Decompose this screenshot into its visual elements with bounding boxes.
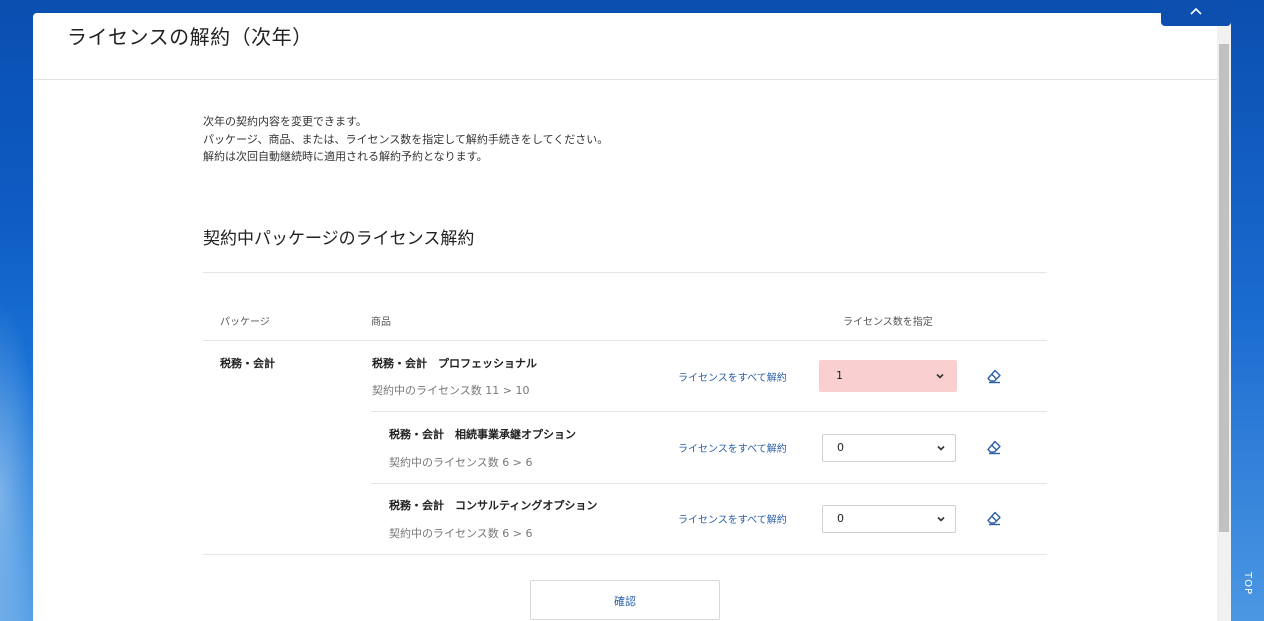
eraser-icon[interactable] xyxy=(986,439,1002,455)
header-package: パッケージ xyxy=(220,317,270,328)
product-name: 税務・会計 プロフェッショナル xyxy=(372,357,537,370)
cancel-all-licenses-link[interactable]: ライセンスをすべて解約 xyxy=(678,369,787,384)
intro-line: パッケージ、商品、または、ライセンス数を指定して解約手続きをしてください。 xyxy=(203,132,609,146)
confirm-button-label: 確認 xyxy=(614,595,636,608)
product-name: 税務・会計 コンサルティングオプション xyxy=(389,499,598,512)
select-value: 0 xyxy=(837,441,844,454)
eraser-icon[interactable] xyxy=(986,510,1002,526)
eraser-icon[interactable] xyxy=(986,368,1002,384)
license-count-select[interactable]: 0 xyxy=(822,434,956,462)
side-top-button[interactable]: TOP xyxy=(1231,548,1264,621)
page-title: ライセンスの解約（次年） xyxy=(67,25,313,49)
cancel-all-licenses-link[interactable]: ライセンスをすべて解約 xyxy=(678,511,787,526)
vertical-scrollbar[interactable] xyxy=(1217,26,1231,621)
right-background-strip xyxy=(1231,0,1264,621)
chevron-down-icon xyxy=(936,373,944,379)
panel-header: ライセンスの解約（次年） xyxy=(33,13,1231,80)
license-count-select[interactable]: 0 xyxy=(822,505,956,533)
license-count-text: 契約中のライセンス数 11 > 10 xyxy=(372,384,530,397)
chevron-up-icon xyxy=(1190,7,1202,15)
intro-line: 解約は次回自動継続時に適用される解約予約となります。 xyxy=(203,150,488,163)
intro-line: 次年の契約内容を変更できます。 xyxy=(203,115,367,128)
main-panel: ライセンスの解約（次年） 次年の契約内容を変更できます。 パッケージ、商品、また… xyxy=(33,13,1231,621)
confirm-button[interactable]: 確認 xyxy=(530,580,720,620)
intro-text: 次年の契約内容を変更できます。 パッケージ、商品、または、ライセンス数を指定して… xyxy=(203,113,608,166)
row-divider xyxy=(371,411,1047,412)
cancel-all-licenses-link[interactable]: ライセンスをすべて解約 xyxy=(678,440,787,455)
license-count-text: 契約中のライセンス数 6 > 6 xyxy=(389,527,533,540)
product-name: 税務・会計 相続事業承継オプション xyxy=(389,428,576,441)
package-name: 税務・会計 xyxy=(220,357,275,370)
table-bottom-divider xyxy=(203,554,1047,555)
section-title: 契約中パッケージのライセンス解約 xyxy=(203,229,475,249)
select-value: 0 xyxy=(837,512,844,525)
scrollbar-thumb[interactable] xyxy=(1219,44,1229,532)
chevron-down-icon xyxy=(937,445,945,451)
header-product: 商品 xyxy=(371,317,391,328)
header-license-count: ライセンス数を指定 xyxy=(843,317,933,328)
license-count-text: 契約中のライセンス数 6 > 6 xyxy=(389,456,533,469)
select-value: 1 xyxy=(836,369,843,382)
chevron-down-icon xyxy=(937,516,945,522)
table-header-divider xyxy=(203,340,1047,341)
row-divider xyxy=(371,483,1047,484)
section-divider xyxy=(203,272,1047,273)
license-count-select[interactable]: 1 xyxy=(819,360,957,392)
scroll-to-top-tab[interactable] xyxy=(1161,0,1231,26)
side-top-label: TOP xyxy=(1242,571,1254,596)
